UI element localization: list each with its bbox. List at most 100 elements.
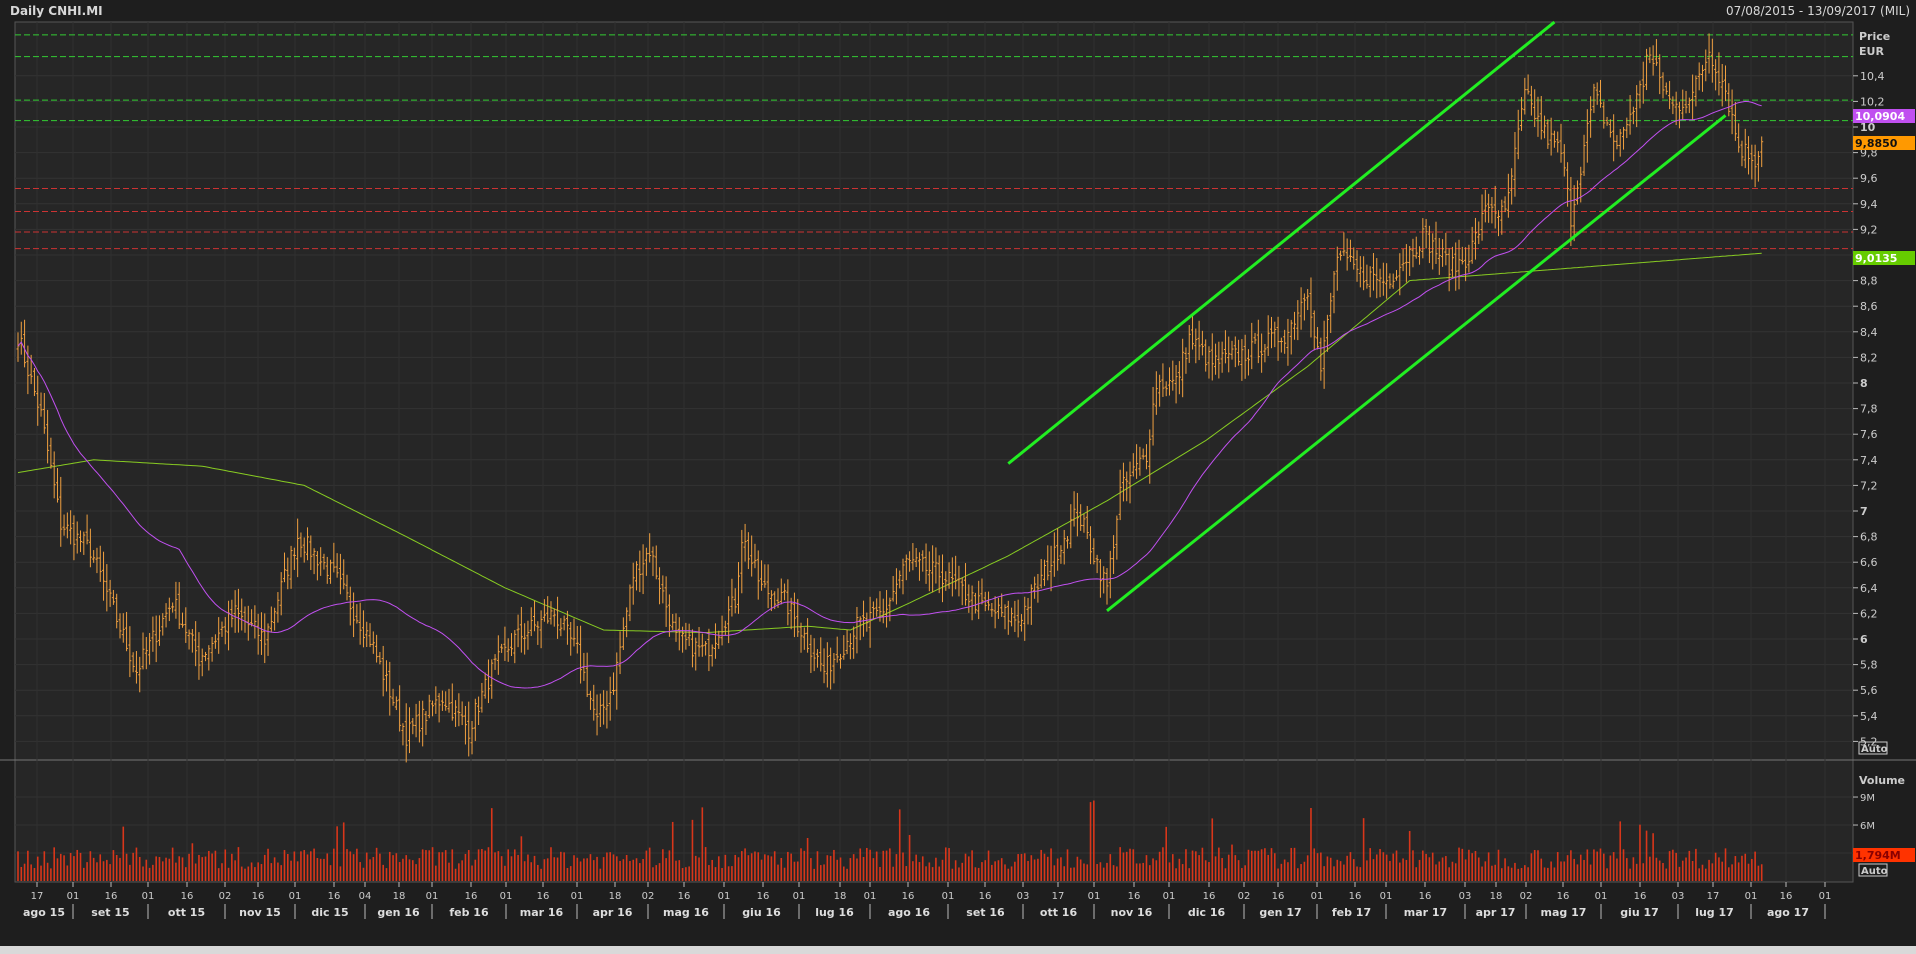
month-label: feb 17 — [1332, 906, 1371, 919]
day-tick-label: 18 — [1490, 891, 1503, 902]
day-tick-label: 01 — [142, 891, 155, 902]
day-tick-label: 01 — [571, 891, 584, 902]
month-label: ago 15 — [23, 906, 65, 919]
day-tick-label: 01 — [289, 891, 302, 902]
day-tick-label: 01 — [1819, 891, 1832, 902]
price-tick-label: 6,2 — [1860, 607, 1878, 620]
month-label: ott 16 — [1040, 906, 1078, 919]
day-tick-label: 01 — [1088, 891, 1101, 902]
price-tick-label: 10,2 — [1860, 95, 1885, 108]
month-label: gen 17 — [1259, 906, 1301, 919]
price-unit-label: EUR — [1859, 45, 1884, 58]
close-badge-label: 9,8850 — [1855, 137, 1898, 150]
price-tick-label: 8 — [1860, 377, 1868, 390]
day-tick-label: 02 — [642, 891, 655, 902]
day-tick-label: 01 — [942, 891, 955, 902]
month-label: ago 17 — [1767, 906, 1809, 919]
auto-label: Auto — [1861, 744, 1888, 755]
month-label: dic 15 — [311, 906, 348, 919]
month-label: ott 15 — [168, 906, 205, 919]
price-tick-label: 6,6 — [1860, 556, 1878, 569]
day-tick-label: 01 — [1595, 891, 1608, 902]
day-tick-label: 16 — [678, 891, 691, 902]
volume-badge-label: 1,794M — [1855, 849, 1901, 862]
day-tick-label: 16 — [537, 891, 550, 902]
day-tick-label: 01 — [1311, 891, 1324, 902]
day-tick-label: 16 — [1780, 891, 1793, 902]
volume-tick-label: 9M — [1860, 793, 1875, 804]
day-tick-label: 16 — [757, 891, 770, 902]
day-tick-label: 16 — [328, 891, 341, 902]
price-tick-label: 7,8 — [1860, 403, 1878, 416]
price-axis-label: Price — [1859, 30, 1890, 43]
day-tick-label: 16 — [1272, 891, 1285, 902]
price-tick-label: 9,2 — [1860, 223, 1878, 236]
day-tick-label: 16 — [181, 891, 194, 902]
price-tick-label: 10,4 — [1860, 70, 1885, 83]
day-tick-label: 01 — [793, 891, 806, 902]
ma50-badge-label: 10,0904 — [1855, 110, 1905, 123]
day-tick-label: 01 — [1380, 891, 1393, 902]
month-label: giu 16 — [742, 906, 781, 919]
month-label: nov 16 — [1111, 906, 1153, 919]
day-tick-label: 16 — [979, 891, 992, 902]
month-label: feb 16 — [449, 906, 489, 919]
day-tick-label: 18 — [393, 891, 406, 902]
day-tick-label: 02 — [219, 891, 232, 902]
month-label: ago 16 — [888, 906, 930, 919]
day-tick-label: 16 — [1557, 891, 1570, 902]
day-tick-label: 04 — [359, 891, 372, 902]
day-tick-label: 17 — [1707, 891, 1720, 902]
month-label: set 16 — [966, 906, 1005, 919]
day-tick-label: 16 — [1203, 891, 1216, 902]
price-tick-label: 8,6 — [1860, 300, 1878, 313]
day-tick-label: 01 — [864, 891, 877, 902]
day-tick-label: 03 — [1459, 891, 1472, 902]
day-tick-label: 16 — [1419, 891, 1432, 902]
price-tick-label: 7,2 — [1860, 479, 1878, 492]
day-tick-label: 03 — [1672, 891, 1685, 902]
volume-auto-label: Auto — [1861, 866, 1888, 877]
day-tick-label: 01 — [426, 891, 439, 902]
price-tick-label: 6 — [1860, 633, 1868, 646]
month-label: giu 17 — [1620, 906, 1659, 919]
price-tick-label: 6,4 — [1860, 582, 1878, 595]
day-tick-label: 16 — [902, 891, 915, 902]
day-tick-label: 16 — [105, 891, 118, 902]
volume-axis-label: Volume — [1859, 774, 1905, 787]
price-tick-label: 8,8 — [1860, 275, 1878, 288]
day-tick-label: 18 — [609, 891, 622, 902]
price-tick-label: 9,6 — [1860, 172, 1878, 185]
bottom-strip — [0, 946, 1916, 954]
plot-area — [14, 21, 1854, 883]
day-tick-label: 16 — [465, 891, 478, 902]
price-tick-label: 6,8 — [1860, 531, 1878, 544]
month-label: apr 17 — [1476, 906, 1516, 919]
month-label: mag 16 — [663, 906, 709, 919]
day-tick-label: 01 — [500, 891, 513, 902]
price-tick-label: 5,6 — [1860, 684, 1878, 697]
month-label: gen 16 — [377, 906, 420, 919]
month-label: apr 16 — [593, 906, 633, 919]
day-tick-label: 18 — [834, 891, 847, 902]
day-tick-label: 16 — [1634, 891, 1647, 902]
price-tick-label: 7 — [1860, 505, 1868, 518]
volume-tick-label: 6M — [1860, 821, 1875, 832]
month-label: set 15 — [91, 906, 129, 919]
month-label: lug 16 — [815, 906, 854, 919]
ma200-badge-label: 9,0135 — [1855, 252, 1897, 265]
day-tick-label: 17 — [1052, 891, 1065, 902]
day-tick-label: 01 — [718, 891, 731, 902]
day-tick-label: 02 — [1520, 891, 1533, 902]
day-tick-label: 01 — [1163, 891, 1176, 902]
month-label: dic 16 — [1188, 906, 1226, 919]
month-label: mag 17 — [1541, 906, 1587, 919]
day-tick-label: 02 — [1238, 891, 1251, 902]
price-tick-label: 7,4 — [1860, 454, 1878, 467]
price-tick-label: 5,4 — [1860, 710, 1878, 723]
price-chart[interactable]: 10,410,2109,89,69,49,298,88,68,48,287,87… — [0, 0, 1916, 954]
month-label: mar 17 — [1404, 906, 1447, 919]
day-tick-label: 01 — [67, 891, 80, 902]
day-tick-label: 16 — [252, 891, 265, 902]
day-tick-label: 17 — [31, 891, 44, 902]
